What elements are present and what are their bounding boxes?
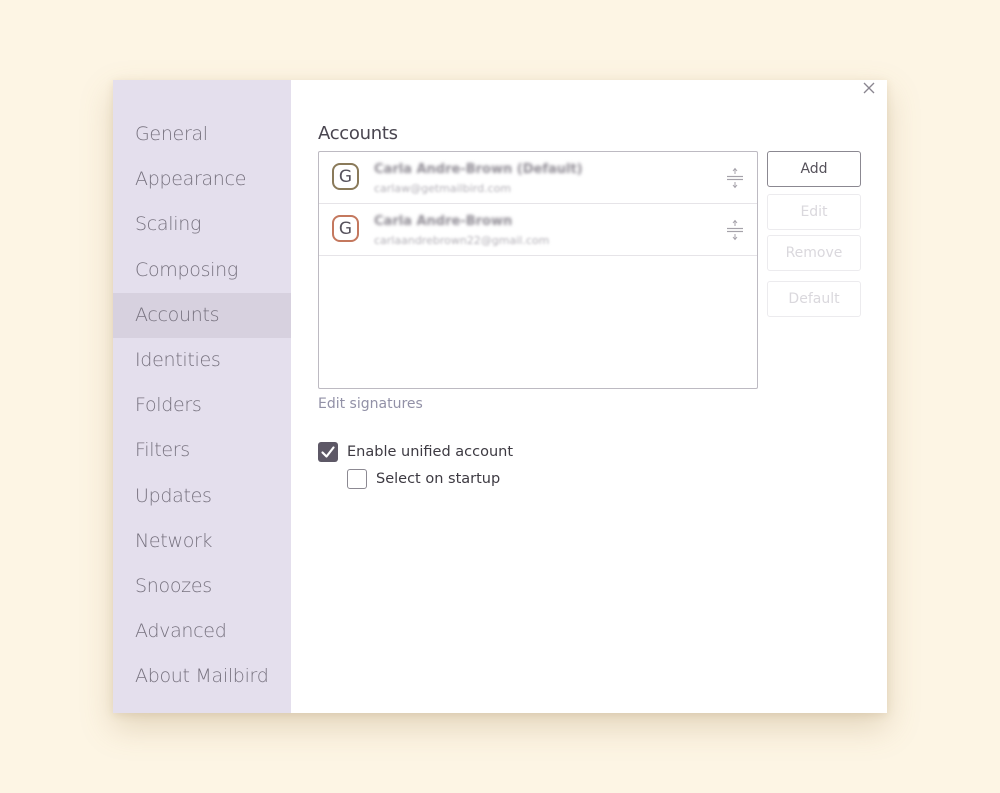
google-account-icon: G [332,215,359,242]
close-icon [863,82,875,94]
sidebar-item-snoozes[interactable]: Snoozes [113,564,291,609]
account-name: Carla Andre-Brown (Default) [374,162,583,177]
enable-unified-account-option[interactable]: Enable unified account [318,442,513,462]
sidebar-item-updates[interactable]: Updates [113,474,291,519]
account-list[interactable]: G Carla Andre-Brown (Default) carlaw@get… [318,151,758,389]
sidebar-item-general[interactable]: General [113,112,291,157]
sidebar-item-appearance[interactable]: Appearance [113,157,291,202]
select-on-startup-option[interactable]: Select on startup [347,469,500,489]
remove-account-button[interactable]: Remove [767,235,861,271]
checkmark-icon [321,446,335,458]
reorder-handle-icon[interactable] [725,166,745,190]
account-row[interactable]: G Carla Andre-Brown carlaandrebrown22@gm… [319,204,757,256]
settings-dialog: General Appearance Scaling Composing Acc… [113,80,887,713]
close-button[interactable] [861,80,877,96]
section-title: Accounts [318,123,398,144]
settings-content: Accounts G Carla Andre-Brown (Default) c… [291,80,887,713]
add-account-button[interactable]: Add [767,151,861,187]
sidebar-item-identities[interactable]: Identities [113,338,291,383]
enable-unified-account-label: Enable unified account [347,444,514,460]
account-email: carlaw@getmailbird.com [374,182,512,195]
account-email: carlaandrebrown22@gmail.com [374,234,550,247]
sidebar-item-network[interactable]: Network [113,519,291,564]
sidebar-item-filters[interactable]: Filters [113,428,291,473]
google-account-icon: G [332,163,359,190]
reorder-handle-icon[interactable] [725,218,745,242]
sidebar-item-about-mailbird[interactable]: About Mailbird [113,654,291,699]
sidebar-item-composing[interactable]: Composing [113,248,291,293]
select-on-startup-checkbox[interactable] [347,469,367,489]
select-on-startup-label: Select on startup [376,471,501,487]
account-name: Carla Andre-Brown [374,214,513,229]
sidebar-item-accounts[interactable]: Accounts [113,292,291,338]
enable-unified-account-checkbox[interactable] [318,442,338,462]
settings-sidebar: General Appearance Scaling Composing Acc… [113,80,291,713]
sidebar-item-scaling[interactable]: Scaling [113,202,291,247]
set-default-button[interactable]: Default [767,281,861,317]
edit-signatures-link[interactable]: Edit signatures [318,396,423,412]
edit-account-button[interactable]: Edit [767,194,861,230]
sidebar-item-advanced[interactable]: Advanced [113,609,291,654]
account-row[interactable]: G Carla Andre-Brown (Default) carlaw@get… [319,152,757,204]
sidebar-item-folders[interactable]: Folders [113,383,291,428]
